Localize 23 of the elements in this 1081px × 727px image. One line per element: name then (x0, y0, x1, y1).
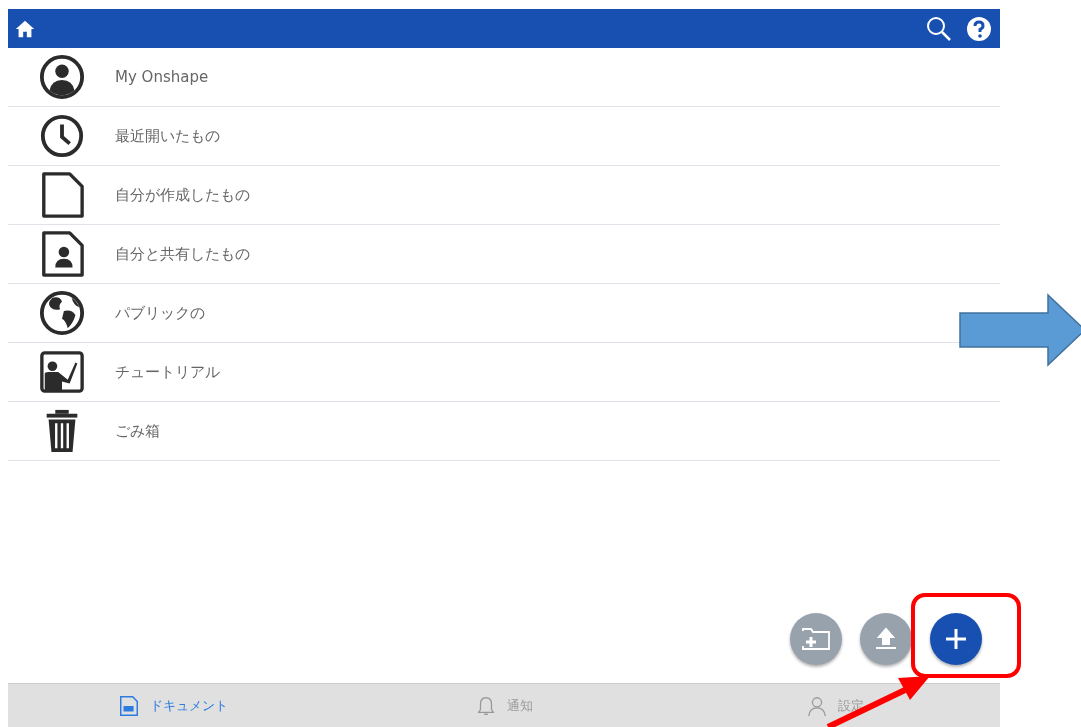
globe-icon (38, 290, 85, 336)
menu-item[interactable]: 最近開いたもの (115, 126, 220, 146)
upload-button[interactable] (860, 613, 912, 665)
bell-icon (475, 694, 497, 717)
person-icon (805, 694, 828, 717)
new-folder-button[interactable] (790, 613, 842, 665)
menu-item[interactable]: ごみ箱 (115, 421, 160, 441)
add-button[interactable] (930, 613, 982, 665)
menu-item[interactable]: 自分と共有したもの (115, 244, 250, 264)
folder-plus-icon (801, 626, 831, 652)
upload-icon (873, 626, 899, 652)
menu-item[interactable]: パブリックの (115, 303, 205, 323)
menu-item[interactable]: 自分が作成したもの (115, 185, 250, 205)
clock-icon (38, 113, 85, 159)
profile-icon (38, 54, 85, 100)
search-icon[interactable] (926, 15, 952, 42)
document-icon (118, 694, 141, 717)
plus-icon (944, 627, 968, 651)
help-icon[interactable] (966, 15, 992, 42)
menu-item[interactable]: My Onshape (115, 68, 209, 86)
tab[interactable]: ドキュメント (8, 684, 339, 727)
presenter-icon (38, 349, 85, 395)
menu-item[interactable]: チュートリアル (115, 362, 220, 382)
